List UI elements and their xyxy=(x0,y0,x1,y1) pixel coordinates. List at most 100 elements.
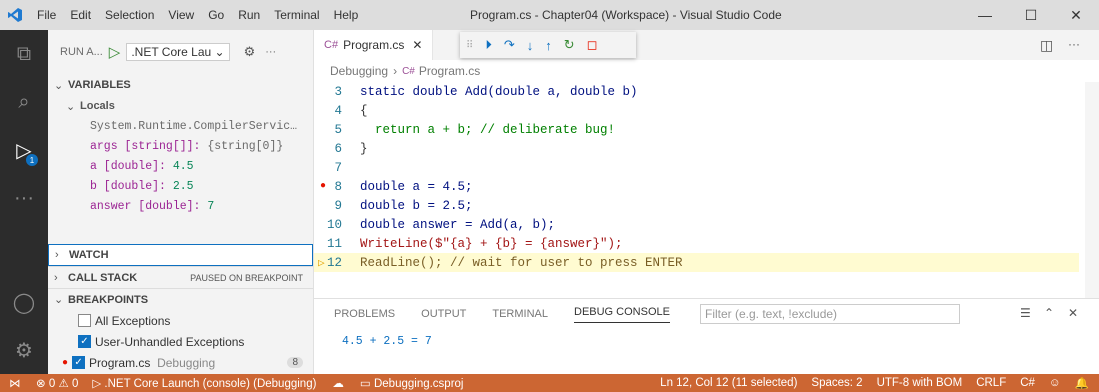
titlebar: File Edit Selection View Go Run Terminal… xyxy=(0,0,1099,30)
variable-row[interactable]: System.Runtime.CompilerServic… xyxy=(48,116,313,136)
callstack-section-header[interactable]: › CALL STACK PAUSED ON BREAKPOINT xyxy=(48,266,313,288)
restart-icon[interactable]: ↻ xyxy=(564,37,575,53)
breakpoint-dot-icon[interactable]: ● xyxy=(320,181,326,192)
close-panel-icon[interactable]: ✕ xyxy=(1068,306,1078,320)
step-out-icon[interactable]: ↑ xyxy=(545,38,552,53)
search-icon[interactable]: ⌕ xyxy=(0,78,48,126)
eol-status[interactable]: CRLF xyxy=(976,377,1006,389)
more-actions-button[interactable]: ··· xyxy=(265,46,276,58)
launch-status[interactable]: ▷ .NET Core Launch (console) (Debugging) xyxy=(92,376,316,390)
stop-icon[interactable]: ◻ xyxy=(587,37,598,53)
maximize-button[interactable]: ☐ xyxy=(1008,0,1054,30)
menu-help[interactable]: Help xyxy=(327,0,366,30)
account-icon[interactable]: ◯ xyxy=(0,278,48,326)
chevron-right-icon: › xyxy=(393,64,398,78)
menu-view[interactable]: View xyxy=(161,0,201,30)
csharp-file-icon: C# xyxy=(324,39,339,51)
menu-edit[interactable]: Edit xyxy=(63,0,98,30)
remote-icon[interactable]: ⋈ xyxy=(0,376,30,390)
current-line-arrow-icon: ▷ xyxy=(318,257,325,270)
editor-tabbar: C# Program.cs ✕ ⠿ ⏵ ↷ ↓ ↑ ↻ ◻ ◫ ··· xyxy=(314,30,1099,60)
locals-scope[interactable]: ⌄ Locals xyxy=(48,96,313,116)
vscode-logo-icon xyxy=(0,0,30,30)
project-status[interactable]: ▭ Debugging.csproj xyxy=(360,376,464,390)
code-line: ● 8 double a = 4.5; xyxy=(320,179,473,194)
bottom-panel: PROBLEMS OUTPUT TERMINAL DEBUG CONSOLE F… xyxy=(314,298,1099,374)
tab-terminal[interactable]: TERMINAL xyxy=(492,308,548,320)
chevron-down-icon: ⌄ xyxy=(54,79,64,92)
notifications-icon[interactable]: 🔔 xyxy=(1075,376,1089,390)
tab-program-cs[interactable]: C# Program.cs ✕ xyxy=(314,30,434,60)
continue-icon[interactable]: ⏵ xyxy=(485,37,492,53)
variable-row[interactable]: a [double]: 4.5 xyxy=(48,156,313,176)
breadcrumb-folder[interactable]: Debugging xyxy=(330,64,388,78)
tab-problems[interactable]: PROBLEMS xyxy=(334,308,395,320)
maximize-panel-icon[interactable]: ⌃ xyxy=(1044,306,1054,320)
debug-toolbar: ⠿ ⏵ ↷ ↓ ↑ ↻ ◻ xyxy=(460,32,636,58)
code-line: 3 static double Add(double a, double b) xyxy=(334,84,638,99)
split-editor-icon[interactable]: ◫ xyxy=(1040,37,1053,54)
close-window-button[interactable]: ✕ xyxy=(1053,0,1099,30)
variable-row[interactable]: args [string[]]: {string[0]} xyxy=(48,136,313,156)
menu-go[interactable]: Go xyxy=(201,0,231,30)
breakpoint-program-cs[interactable]: ● ✓ Program.cs Debugging 8 xyxy=(48,352,313,373)
run-label: RUN A... xyxy=(60,46,103,58)
variable-row[interactable]: b [double]: 2.5 xyxy=(48,176,313,196)
clear-console-icon[interactable]: ☰ xyxy=(1020,306,1031,320)
breakpoint-user-unhandled[interactable]: ✓ User-Unhandled Exceptions xyxy=(48,331,313,352)
minimap[interactable] xyxy=(1085,82,1099,298)
start-debugging-icon[interactable]: ▷ xyxy=(109,43,121,61)
step-over-icon[interactable]: ↷ xyxy=(504,37,515,53)
breakpoint-dot-icon: ● xyxy=(62,357,69,368)
minimize-button[interactable]: — xyxy=(962,0,1008,30)
breakpoints-section-header[interactable]: ⌄ BREAKPOINTS xyxy=(48,288,313,310)
explorer-icon[interactable]: ⧉ xyxy=(0,30,48,78)
tab-debug-console[interactable]: DEBUG CONSOLE xyxy=(574,306,670,323)
cursor-position[interactable]: Ln 12, Col 12 (11 selected) xyxy=(660,377,797,389)
menu-file[interactable]: File xyxy=(30,0,63,30)
variables-section-header[interactable]: ⌄ VARIABLES xyxy=(48,74,313,96)
chevron-right-icon: › xyxy=(54,271,58,284)
drag-handle-icon[interactable]: ⠿ xyxy=(466,40,473,51)
status-bar: ⋈ ⊗ 0 ⚠ 0 ▷ .NET Core Launch (console) (… xyxy=(0,374,1099,392)
more-editor-actions-icon[interactable]: ··· xyxy=(1068,37,1080,51)
checkbox-unchecked[interactable] xyxy=(78,314,91,327)
checkbox-checked-icon[interactable]: ✓ xyxy=(78,335,91,348)
code-line: 5 return a + b; // deliberate bug! xyxy=(334,122,616,137)
code-line: 7 xyxy=(334,160,342,175)
indentation-status[interactable]: Spaces: 2 xyxy=(811,377,862,389)
settings-gear-icon[interactable]: ⚙ xyxy=(244,44,256,60)
breadcrumb: Debugging › C# Program.cs xyxy=(314,60,1099,82)
run-debug-icon[interactable]: ▷ 1 xyxy=(0,126,48,174)
breadcrumb-file[interactable]: Program.cs xyxy=(419,64,480,78)
menu-selection[interactable]: Selection xyxy=(98,0,161,30)
chevron-right-icon: › xyxy=(55,249,59,261)
activity-bar: ⧉ ⌕ ▷ 1 ··· ◯ ⚙ xyxy=(0,30,48,374)
watch-section-header[interactable]: › WATCH xyxy=(48,244,313,266)
menu-run[interactable]: Run xyxy=(231,0,267,30)
menubar: File Edit Selection View Go Run Terminal… xyxy=(30,0,365,30)
cloud-icon[interactable]: ☁ xyxy=(332,376,344,390)
breakpoint-line-badge: 8 xyxy=(287,357,303,368)
run-debug-sidebar: RUN A... ▷ .NET Core Lau ⌄ ⚙ ··· ⌄ VARIAB… xyxy=(48,30,314,374)
variable-row[interactable]: answer [double]: 7 xyxy=(48,196,313,216)
code-editor[interactable]: 3 static double Add(double a, double b) 4… xyxy=(314,82,1099,272)
debug-console-filter-input[interactable]: Filter (e.g. text, !exclude) xyxy=(700,304,960,324)
menu-terminal[interactable]: Terminal xyxy=(267,0,326,30)
feedback-icon[interactable]: ☺ xyxy=(1049,377,1061,389)
checkbox-checked-icon[interactable]: ✓ xyxy=(72,356,86,369)
breakpoint-all-exceptions[interactable]: All Exceptions xyxy=(48,310,313,331)
code-line: 4{ xyxy=(334,103,368,118)
code-line: 6} xyxy=(334,141,368,156)
step-into-icon[interactable]: ↓ xyxy=(527,38,534,53)
tab-output[interactable]: OUTPUT xyxy=(421,308,466,320)
launch-config-select[interactable]: .NET Core Lau ⌄ xyxy=(126,43,230,61)
gear-icon[interactable]: ⚙ xyxy=(0,326,48,374)
more-icon[interactable]: ··· xyxy=(0,174,48,222)
language-status[interactable]: C# xyxy=(1020,377,1035,389)
code-line: 9 double b = 2.5; xyxy=(334,198,473,213)
editor-area: C# Program.cs ✕ ⠿ ⏵ ↷ ↓ ↑ ↻ ◻ ◫ ··· Debu… xyxy=(314,30,1099,374)
close-tab-icon[interactable]: ✕ xyxy=(412,38,422,52)
encoding-status[interactable]: UTF-8 with BOM xyxy=(877,377,963,389)
problems-status[interactable]: ⊗ 0 ⚠ 0 xyxy=(36,376,78,390)
